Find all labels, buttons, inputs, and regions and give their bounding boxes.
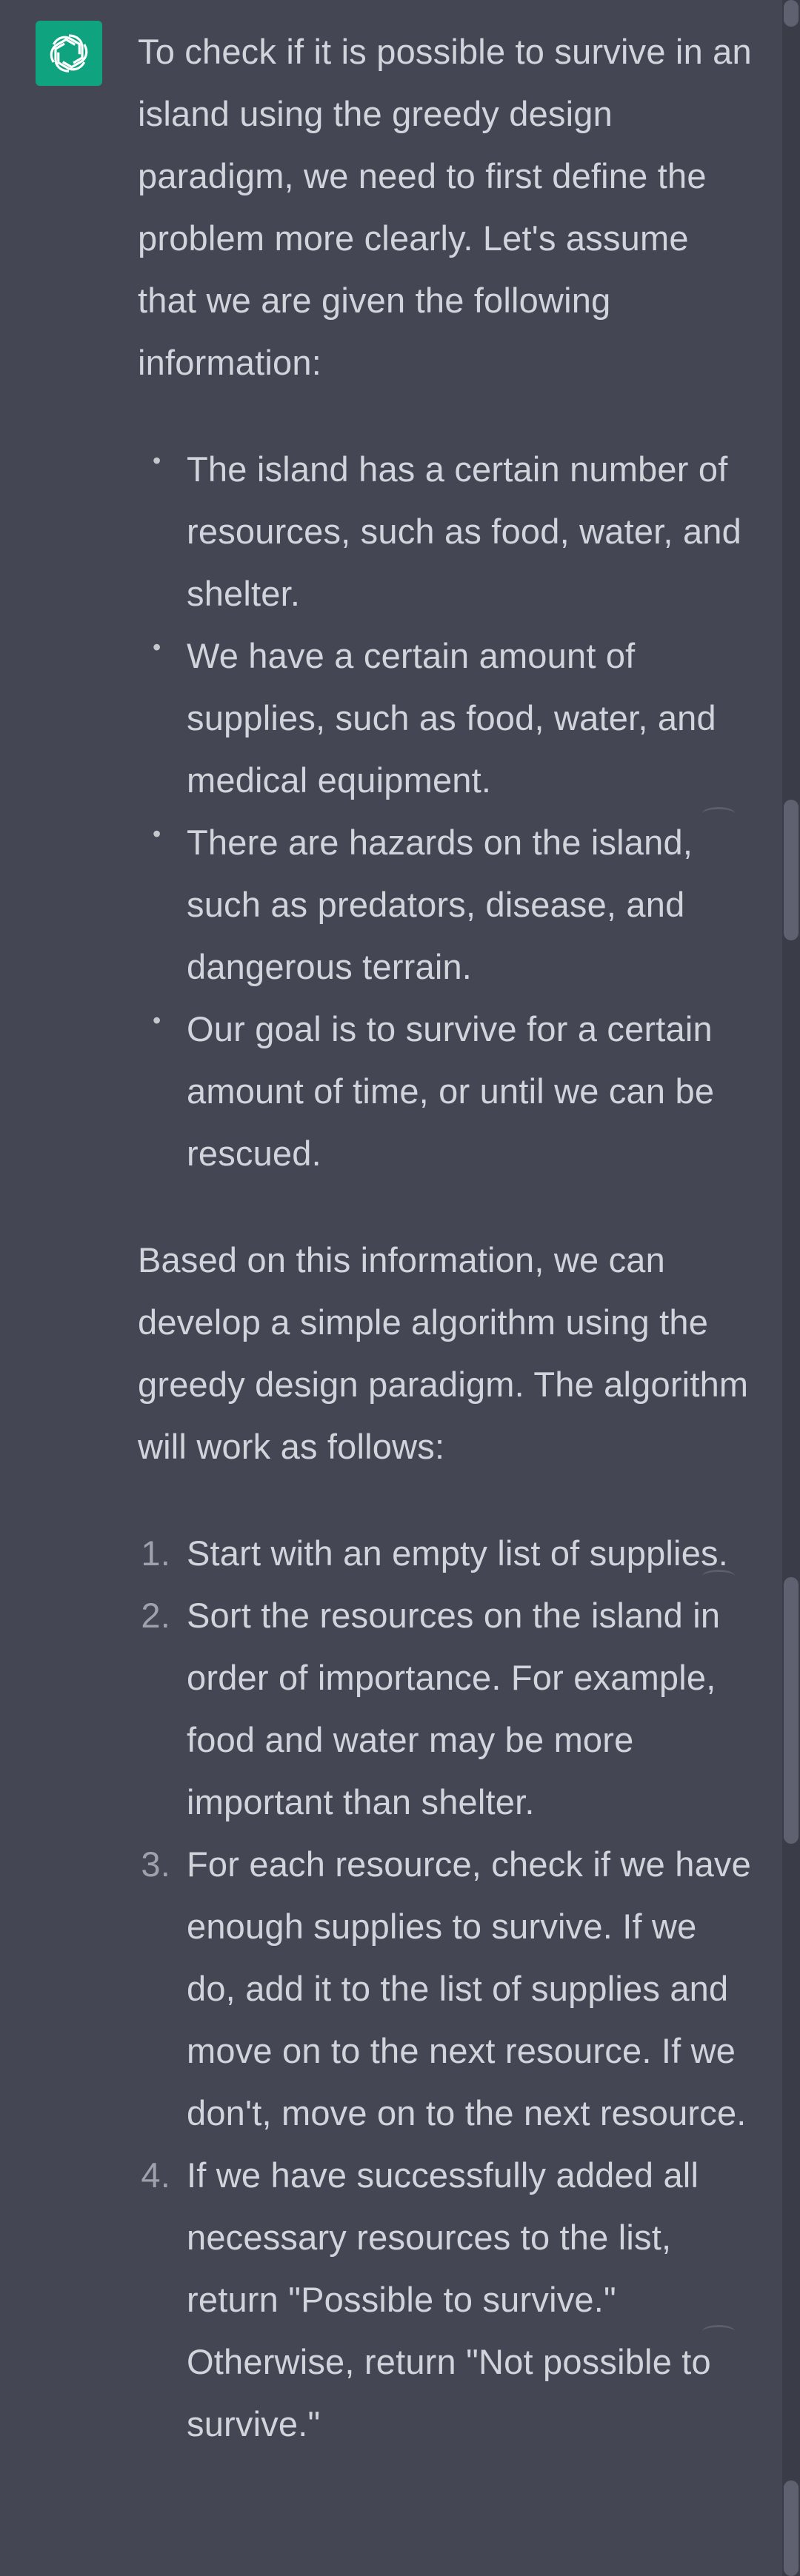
list-item-text: Our goal is to survive for a certain amo… (187, 1009, 715, 1173)
step-number: 2. (141, 1596, 170, 1635)
scroll-indicator-arc (702, 2325, 735, 2338)
step-number: 3. (141, 1844, 170, 1884)
scrollbar-thumb[interactable] (784, 2480, 799, 2576)
list-item: • There are hazards on the island, such … (138, 812, 753, 998)
step-number: 4. (141, 2155, 170, 2195)
scrollbar-thumb[interactable] (784, 1577, 799, 1844)
bullet-icon: • (153, 820, 161, 847)
step-text: For each resource, check if we have enou… (187, 1844, 751, 2132)
scrollbar-thumb[interactable] (784, 800, 799, 940)
scrollbar-thumb[interactable] (784, 0, 799, 27)
assistant-avatar (36, 21, 102, 86)
bullet-icon: • (153, 1007, 161, 1034)
step-item: 3. For each resource, check if we have e… (138, 1833, 753, 2144)
step-item: 4. If we have successfully added all nec… (138, 2144, 753, 2455)
assumptions-list: • The island has a certain number of res… (138, 438, 753, 1185)
list-item-text: The island has a certain number of resou… (187, 449, 741, 613)
step-text: Start with an empty list of supplies. (187, 1533, 728, 1573)
assistant-message: To check if it is possible to survive in… (138, 21, 753, 2455)
step-text: Sort the resources on the island in orde… (187, 1596, 721, 1821)
openai-logo-icon (50, 34, 88, 73)
intro-paragraph: To check if it is possible to survive in… (138, 32, 752, 382)
list-item: • We have a certain amount of supplies, … (138, 625, 753, 812)
list-item-text: We have a certain amount of supplies, su… (187, 636, 716, 800)
step-item: 2. Sort the resources on the island in o… (138, 1585, 753, 1833)
step-text: If we have successfully added all necess… (187, 2155, 711, 2443)
bullet-icon: • (153, 447, 161, 474)
scrollbar[interactable] (782, 0, 800, 2576)
algorithm-steps-list: 1. Start with an empty list of supplies.… (138, 1522, 753, 2455)
scroll-indicator-arc (702, 807, 735, 820)
list-item: • The island has a certain number of res… (138, 438, 753, 625)
scroll-indicator-arc (702, 1570, 735, 1582)
step-item: 1. Start with an empty list of supplies. (138, 1522, 753, 1585)
bullet-icon: • (153, 634, 161, 660)
middle-paragraph: Based on this information, we can develo… (138, 1240, 749, 1466)
step-number: 1. (141, 1533, 170, 1573)
list-item: • Our goal is to survive for a certain a… (138, 998, 753, 1185)
list-item-text: There are hazards on the island, such as… (187, 823, 693, 986)
